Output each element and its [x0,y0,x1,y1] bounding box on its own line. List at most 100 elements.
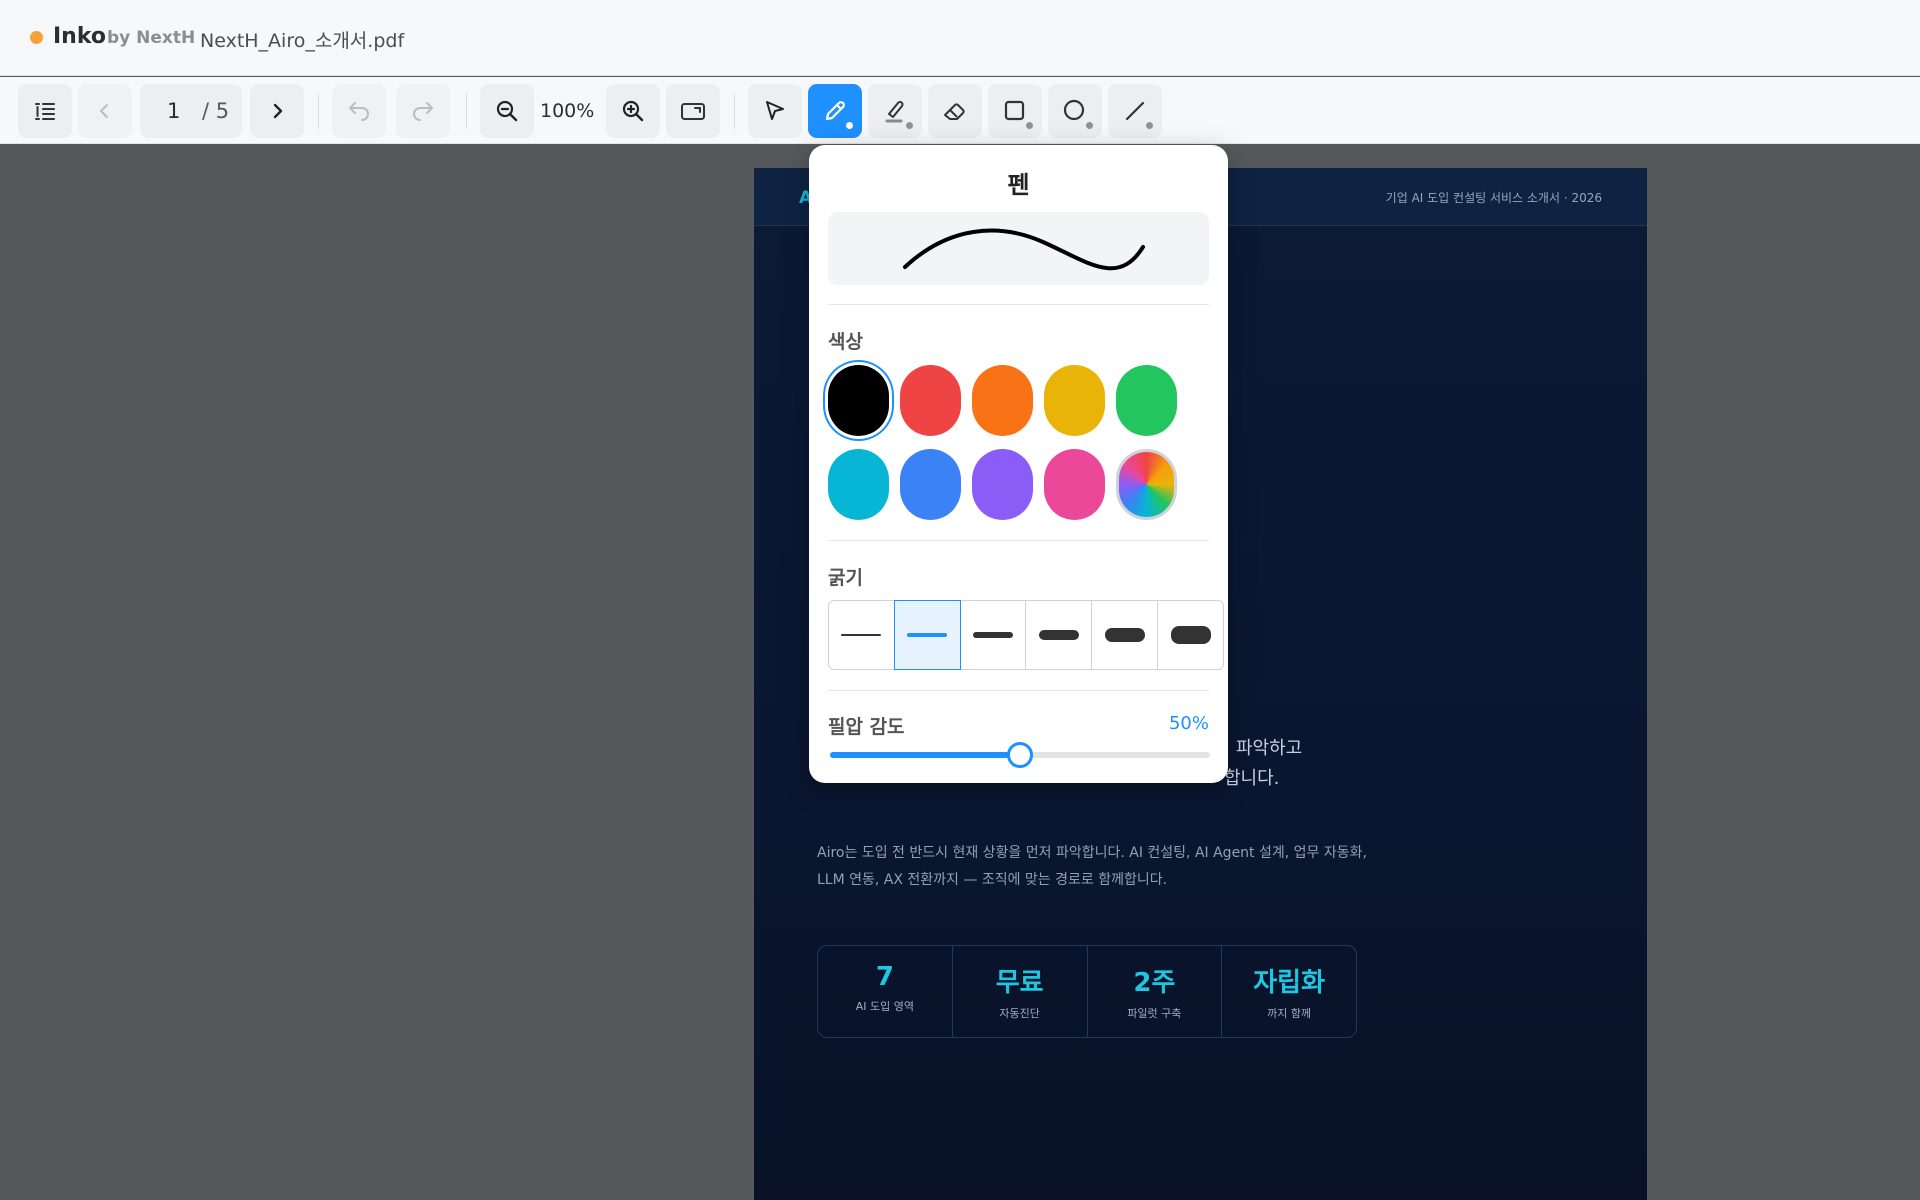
slider-thumb[interactable] [1007,742,1033,768]
pen-icon [825,101,845,121]
prev-page-button[interactable] [78,84,132,138]
stroke-width-sample [973,632,1014,638]
outline-icon [35,103,55,120]
stat-value: 2주 [1133,968,1176,998]
app-status-dot [30,31,43,44]
ellipse-tool-button[interactable] [1048,84,1102,138]
select-tool-button[interactable] [748,84,802,138]
redo-button[interactable] [396,84,450,138]
stroke-width-option[interactable] [959,600,1027,670]
color-swatch[interactable] [972,365,1033,436]
app-vendor: by NextH [107,28,196,48]
pressure-value: 50% [1168,713,1209,734]
stroke-preview-curve [903,228,1145,271]
stat-value: 무료 [995,968,1044,998]
slider-fill [830,752,1020,758]
color-swatch[interactable] [1044,365,1105,436]
chevron-right-icon [273,103,283,119]
undo-icon [349,102,369,121]
options-indicator [906,122,913,129]
section-divider [828,540,1209,541]
page-indicator: 1 / 5 [140,84,242,138]
color-swatch[interactable] [900,449,961,520]
color-swatch[interactable] [1116,365,1177,436]
chevron-left-icon [100,104,108,118]
options-indicator [1086,122,1093,129]
toolbar: 1 / 5 100% [0,77,1920,144]
stat-value: 7 [875,962,894,992]
page-total: / 5 [202,99,230,123]
page-current-input[interactable]: 1 [167,99,180,123]
stroke-width-option[interactable] [1025,600,1093,670]
color-swatch[interactable] [828,365,889,436]
pen-tool-button[interactable] [808,84,862,138]
stroke-width-option[interactable] [893,600,961,670]
section-divider [828,304,1209,305]
zoom-in-button[interactable] [606,84,660,138]
color-section-label: 색상 [828,331,863,353]
options-indicator [1026,122,1033,129]
stat-value: 자립화 [1253,968,1325,998]
stroke-width-sample [841,634,882,636]
width-section-label: 굵기 [828,567,863,589]
lead-text-line: 파악하고 [1236,738,1303,759]
redo-icon [413,102,433,121]
stroke-width-sample [907,633,948,637]
zoom-out-button[interactable] [480,84,534,138]
zoom-out-icon [496,100,518,122]
next-page-button[interactable] [250,84,304,138]
stat-label: AI 도입 영역 [855,1000,914,1013]
highlighter-icon [885,101,904,123]
color-swatch[interactable] [828,449,889,520]
file-name: NextH_Airo_소개서.pdf [200,30,405,52]
line-icon [1125,101,1145,121]
app-name: Inko [53,24,107,49]
outline-button[interactable] [18,84,72,138]
eraser-tool-button[interactable] [928,84,982,138]
rectangle-icon [1004,100,1025,121]
stroke-preview [828,212,1209,285]
color-swatch[interactable] [900,365,961,436]
rectangle-tool-button[interactable] [988,84,1042,138]
eraser-icon [944,103,965,120]
pen-settings-popover: 펜 색상 굵기 필압 감도 50% [809,145,1228,783]
body-text-line: LLM 연동, AX 전환까지 — 조직에 맞는 경로로 함께합니다. [817,872,1168,888]
cursor-icon [766,101,784,120]
zoom-in-icon [622,100,644,122]
stroke-width-sample [1170,626,1211,644]
page-header-caption: 기업 AI 도입 컨설팅 서비스 소개서 · 2026 [1385,191,1602,205]
undo-button[interactable] [332,84,386,138]
fit-width-icon [681,103,705,120]
color-swatch[interactable] [972,449,1033,520]
body-text-line: Airo는 도입 전 반드시 현재 상황을 먼저 파악합니다. AI 컨설팅, … [817,845,1367,861]
lead-text-line: 합니다. [1224,768,1280,789]
custom-color-picker[interactable] [1116,449,1177,520]
options-indicator [1146,122,1153,129]
color-swatch[interactable] [1044,449,1105,520]
stat-item: 2주 파일럿 구축 [1088,946,1223,1037]
stat-item: 7 AI 도입 영역 [818,946,953,1037]
pressure-label: 필압 감도 [828,716,905,738]
stroke-width-option[interactable] [1157,600,1224,670]
stat-label: 까지 함께 [1267,1007,1312,1020]
stroke-width-options [828,600,1224,670]
stroke-width-option[interactable] [828,600,895,670]
pressure-slider[interactable] [830,742,1210,768]
stroke-width-sample [1104,628,1145,642]
zoom-level: 100% [540,100,595,122]
options-indicator [846,122,853,129]
toolbar-divider [466,93,467,129]
line-tool-button[interactable] [1108,84,1162,138]
stats-box: 7 AI 도입 영역 무료 자동진단 2주 파일럿 구축 자립화 까지 함께 [817,945,1357,1038]
fit-width-button[interactable] [666,84,720,138]
section-divider [828,690,1209,691]
toolbar-divider [734,93,735,129]
stroke-width-sample [1038,630,1079,640]
stroke-width-option[interactable] [1091,600,1159,670]
stat-label: 파일럿 구축 [1127,1007,1182,1020]
highlighter-tool-button[interactable] [868,84,922,138]
ellipse-icon [1063,99,1085,121]
popover-title: 펜 [1007,171,1030,199]
stat-item: 자립화 까지 함께 [1222,946,1356,1037]
stat-item: 무료 자동진단 [953,946,1088,1037]
